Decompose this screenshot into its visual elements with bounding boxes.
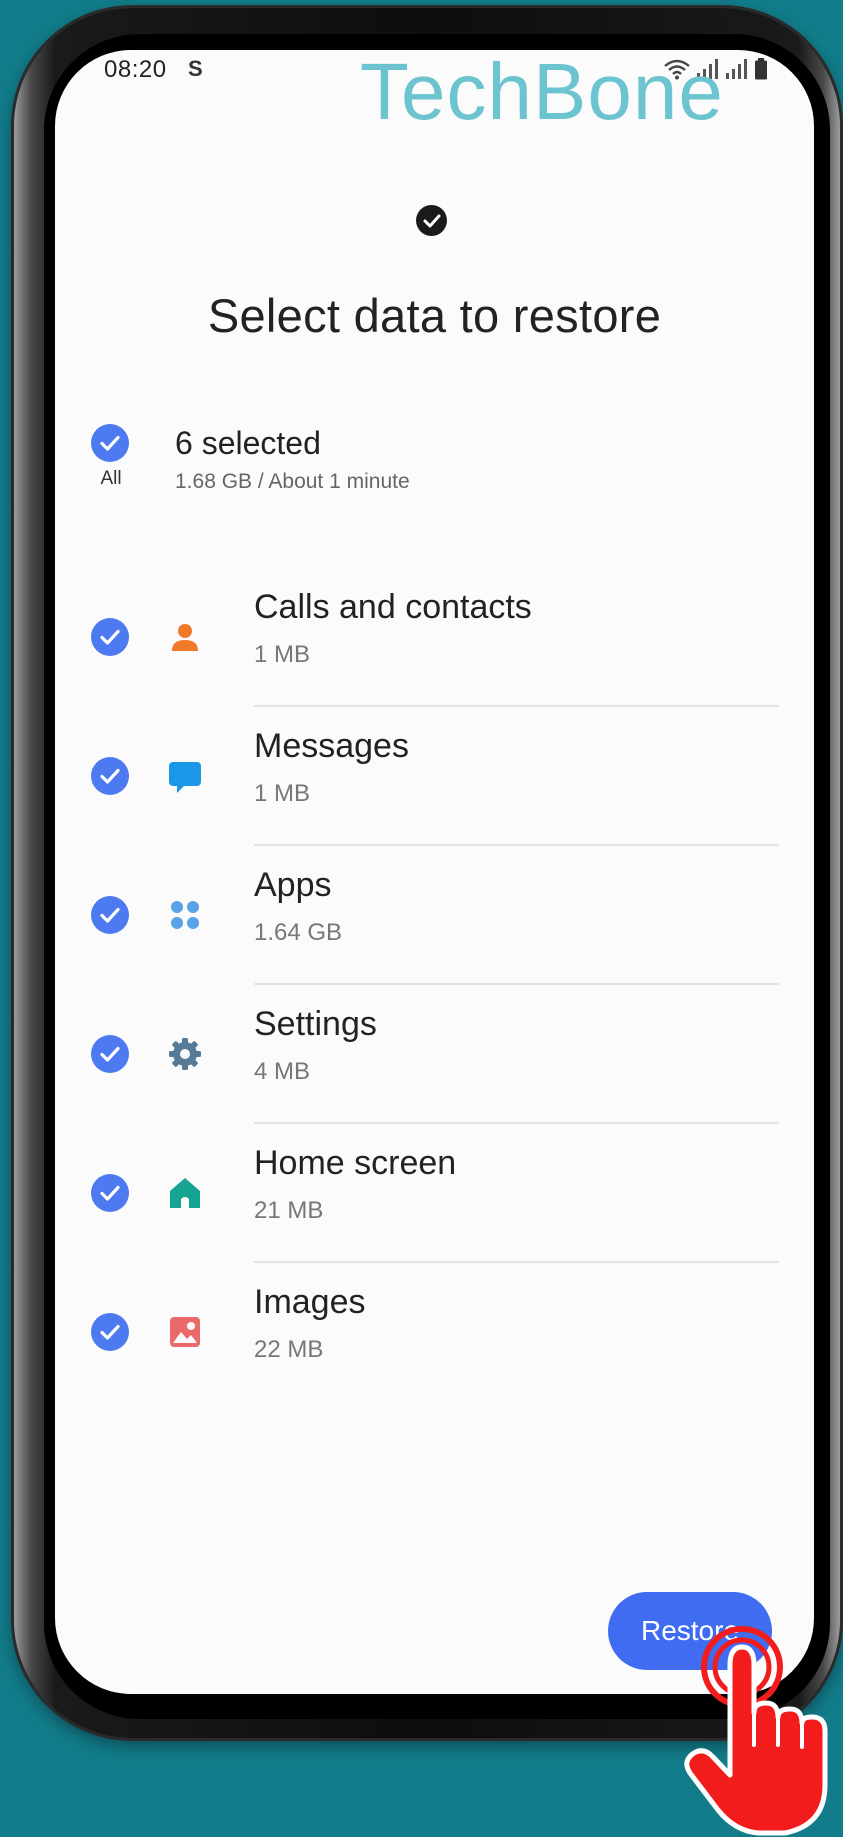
select-all-label: All [100,468,122,489]
watermark: TechBone [360,50,724,136]
checkbox-messages[interactable] [91,757,129,795]
contact-icon [172,624,198,651]
item-name: Calls and contacts [254,588,532,626]
home-icon [170,1178,200,1208]
item-name: Settings [254,1005,377,1043]
selected-count: 6 selected [175,425,321,461]
item-name: Images [254,1283,366,1321]
item-size: 1 MB [254,641,311,668]
success-check-icon [416,205,447,236]
apps-icon [171,901,199,929]
page-title: Select data to restore [207,289,662,342]
samsung-notification-icon: S [188,56,203,81]
checkbox-home-screen[interactable] [91,1174,129,1212]
list-item-calls-contacts[interactable]: Calls and contacts 1 MB [55,568,814,707]
signal-icon-2 [726,59,747,79]
checkbox-images[interactable] [91,1313,129,1351]
checkbox-apps[interactable] [91,896,129,934]
checkbox-settings[interactable] [91,1035,129,1073]
tap-hand-icon [684,1626,828,1836]
image-icon [170,1317,200,1347]
item-name: Apps [254,866,332,904]
selected-size-time: 1.68 GB / About 1 minute [175,470,410,493]
list-item-settings[interactable]: Settings 4 MB [55,985,814,1124]
item-size: 21 MB [254,1197,324,1224]
item-size: 4 MB [254,1058,311,1085]
list-item-home-screen[interactable]: Home screen 21 MB [55,1124,814,1263]
gear-icon [169,1038,201,1070]
list-item-messages[interactable]: Messages 1 MB [55,707,814,846]
list-item-apps[interactable]: Apps 1.64 GB [55,846,814,985]
item-size: 1 MB [254,780,311,807]
item-name: Home screen [254,1144,457,1182]
item-size: 1.64 GB [254,919,343,946]
item-name: Messages [254,727,409,765]
battery-icon [755,58,767,80]
checkbox-calls-contacts[interactable] [91,618,129,656]
status-time: 08:20 [104,56,167,83]
list-item-images[interactable]: Images 22 MB [55,1263,814,1402]
message-icon [169,762,201,793]
phone-screen: 08:20 S TechBone Select data to restore … [55,50,814,1694]
select-all-checkbox[interactable] [91,424,129,462]
item-size: 22 MB [254,1336,324,1363]
